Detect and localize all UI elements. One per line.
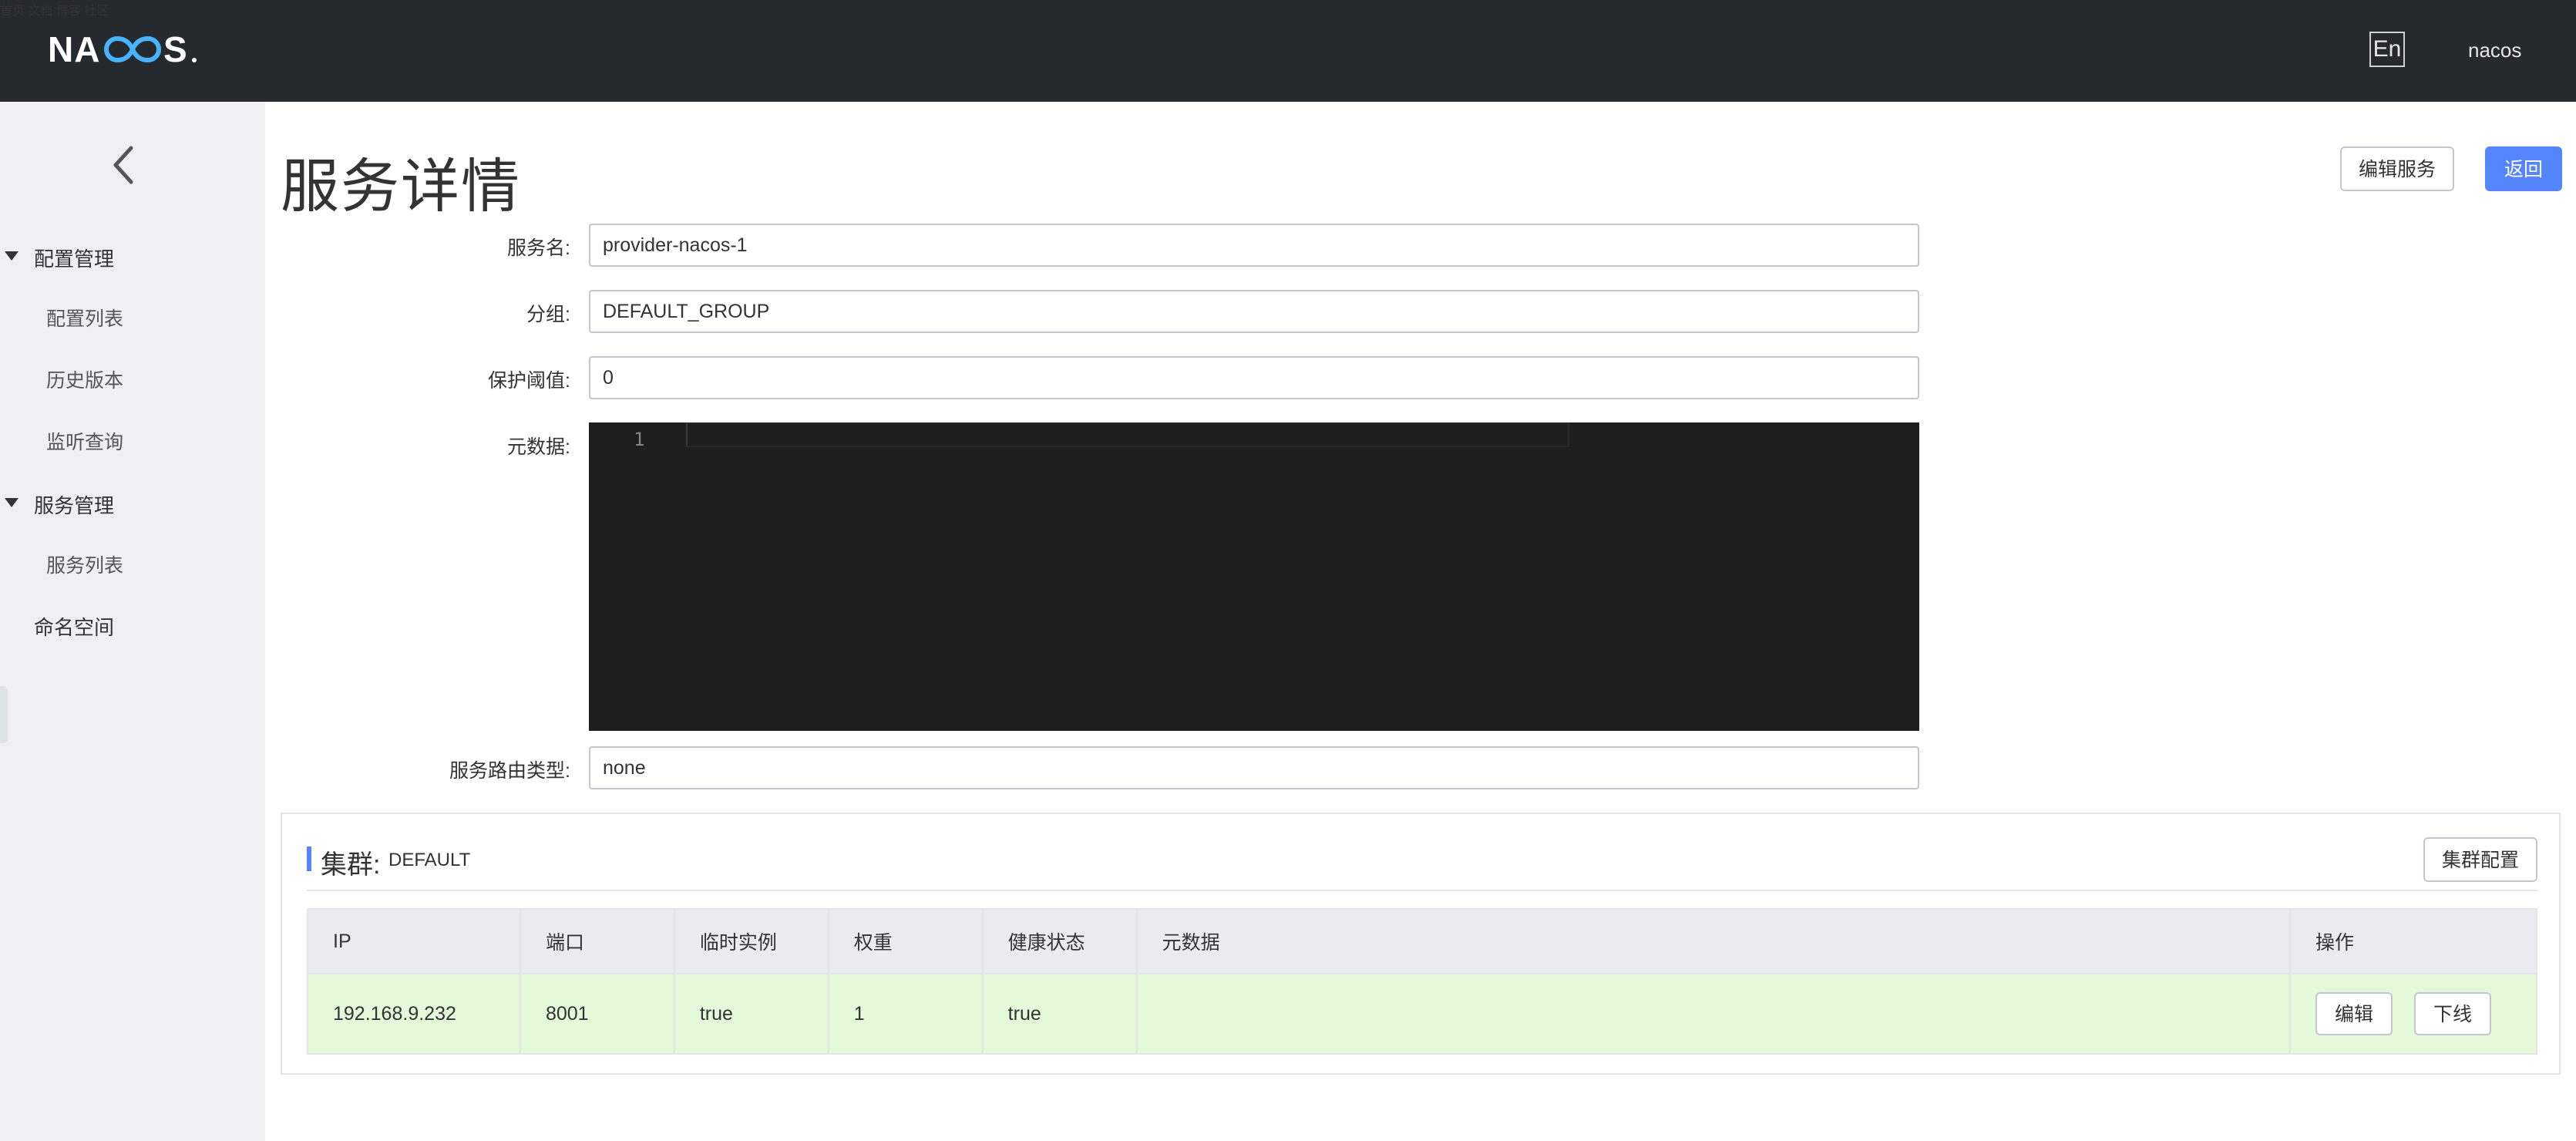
sidebar-group-label: 服务管理 <box>34 494 115 517</box>
sidebar: 配置管理 配置列表 历史版本 监听查询 服务管理 服务列表 命名空间 <box>0 102 265 1141</box>
sidebar-item-namespace[interactable]: 命名空间 <box>34 612 114 641</box>
column-header-weight: 权重 <box>827 908 984 974</box>
sidebar-group-label: 配置管理 <box>34 247 115 271</box>
cell-metadata <box>1135 973 2291 1055</box>
page-title: 服务详情 <box>281 154 521 220</box>
offline-instance-button[interactable]: 下线 <box>2413 992 2491 1035</box>
sidebar-item-listener-query[interactable]: 监听查询 <box>46 427 123 455</box>
current-user[interactable]: nacos <box>2468 39 2521 62</box>
cell-actions: 编辑 下线 <box>2288 973 2538 1055</box>
sidebar-group-config[interactable]: 配置管理 <box>0 237 265 276</box>
column-header-ip: IP <box>307 908 521 974</box>
table-header-row: IP 端口 临时实例 权重 健康状态 元数据 操作 <box>307 908 2538 974</box>
caret-down-icon <box>5 251 18 261</box>
svg-text:S: S <box>163 29 187 69</box>
chevron-left-icon[interactable] <box>106 142 140 188</box>
column-header-port: 端口 <box>519 908 675 974</box>
editor-line-number: 1 <box>634 429 645 450</box>
edit-instance-button[interactable]: 编辑 <box>2315 992 2393 1035</box>
instance-table: IP 端口 临时实例 权重 健康状态 元数据 操作 192.168.9.232 … <box>307 908 2538 1055</box>
sidebar-item-history[interactable]: 历史版本 <box>46 365 123 393</box>
top-header: NA S 首页 文档 博客 社区 En nacos <box>0 0 2576 102</box>
column-header-metadata: 元数据 <box>1135 908 2291 974</box>
group-label: 分组: <box>526 304 570 325</box>
cluster-title: 集群: <box>321 850 381 880</box>
caret-down-icon <box>5 498 18 507</box>
column-header-actions: 操作 <box>2288 908 2538 974</box>
nacos-logo[interactable]: NA S <box>48 26 202 72</box>
column-header-healthy: 健康状态 <box>981 908 1138 974</box>
cluster-name: DEFAULT <box>388 850 471 870</box>
sidebar-group-service[interactable]: 服务管理 <box>0 484 265 523</box>
nav-blog[interactable]: 博客 <box>56 5 81 18</box>
nav-home[interactable]: 首页 <box>0 5 25 18</box>
sidebar-resize-handle[interactable] <box>0 686 8 743</box>
protect-threshold-label: 保护阈值: <box>488 370 570 392</box>
back-button[interactable]: 返回 <box>2485 146 2562 191</box>
cell-port: 8001 <box>519 973 675 1055</box>
group-field[interactable]: DEFAULT_GROUP <box>589 290 1919 333</box>
cell-ip: 192.168.9.232 <box>307 973 521 1055</box>
nav-community[interactable]: 社区 <box>84 5 109 18</box>
selector-type-field[interactable]: none <box>589 746 1919 789</box>
cluster-panel: 集群: DEFAULT 集群配置 IP 端口 临时实例 权重 健康状态 元数据 … <box>281 813 2561 1075</box>
cell-ephemeral: true <box>673 973 829 1055</box>
cell-healthy: true <box>981 973 1138 1055</box>
language-toggle-button[interactable]: En <box>2369 32 2405 67</box>
metadata-label: 元数据: <box>507 436 570 458</box>
protect-threshold-field[interactable]: 0 <box>589 356 1919 399</box>
nav-docs[interactable]: 文档 <box>28 5 52 18</box>
cluster-divider <box>307 890 2537 891</box>
metadata-code-editor[interactable]: 1 <box>589 422 1919 731</box>
sidebar-item-service-list[interactable]: 服务列表 <box>46 550 123 578</box>
cluster-config-button[interactable]: 集群配置 <box>2423 837 2537 882</box>
svg-text:NA: NA <box>48 29 100 69</box>
table-row: 192.168.9.232 8001 true 1 true 编辑 下线 <box>307 973 2538 1055</box>
cell-weight: 1 <box>827 973 984 1055</box>
selector-type-label: 服务路由类型: <box>449 760 570 782</box>
edit-service-button[interactable]: 编辑服务 <box>2340 146 2454 191</box>
service-name-label: 服务名: <box>507 237 570 259</box>
editor-current-line[interactable] <box>686 422 1569 447</box>
service-name-field[interactable]: provider-nacos-1 <box>589 224 1919 267</box>
sidebar-item-config-list[interactable]: 配置列表 <box>46 304 123 332</box>
column-header-ephemeral: 临时实例 <box>673 908 829 974</box>
cluster-accent-bar <box>307 846 311 871</box>
